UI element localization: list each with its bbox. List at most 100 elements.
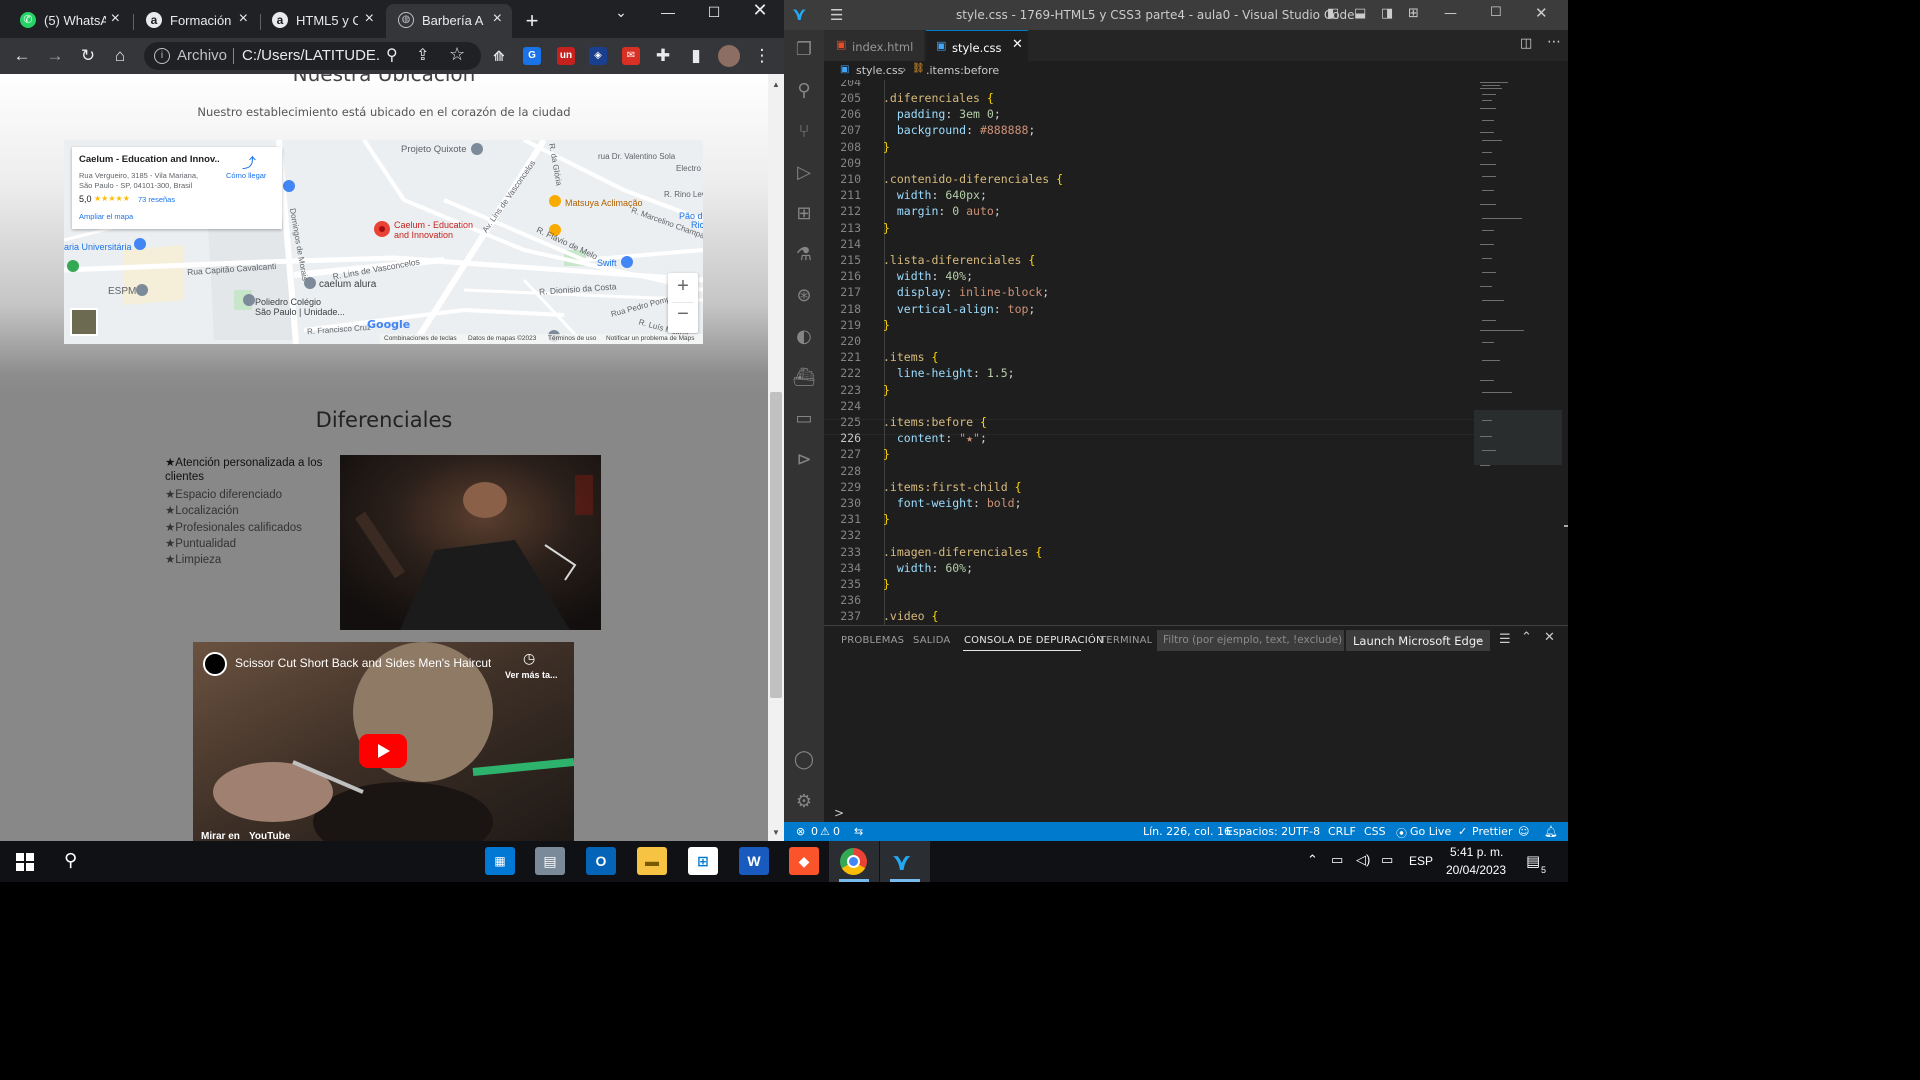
toggle-secondary-sidebar-icon[interactable]: ◨ — [1381, 6, 1393, 21]
page-scrollbar[interactable]: ▲ ▼ — [768, 74, 784, 841]
battery-icon[interactable]: ▭ — [1331, 852, 1343, 868]
code-line[interactable]: .lista-diferenciales { — [883, 253, 1035, 267]
url-text[interactable]: C:/Users/LATITUDE... — [242, 47, 380, 64]
play-button[interactable] — [359, 734, 407, 768]
code-line[interactable]: line-height: 1.5; — [883, 366, 1015, 380]
code-line[interactable]: width: 640px; — [883, 188, 987, 202]
tab-problemas[interactable]: PROBLEMAS — [841, 635, 904, 646]
code-line[interactable]: content: "★"; — [883, 431, 987, 445]
end-of-line[interactable]: CRLF — [1328, 825, 1356, 838]
terminal-icon[interactable]: ⊳ — [792, 448, 816, 472]
translate-extension-icon[interactable]: ⟰ — [490, 47, 508, 65]
code-line[interactable]: } — [883, 140, 890, 154]
windows-start-icon[interactable] — [16, 853, 34, 871]
address-bar[interactable]: i Archivo C:/Users/LATITUDE... ⚲ ⇪ ☆ — [144, 42, 481, 70]
language-mode[interactable]: CSS — [1364, 825, 1386, 838]
indentation[interactable]: Espacios: 2 — [1226, 825, 1288, 838]
reload-icon[interactable]: ↻ — [78, 46, 98, 66]
home-icon[interactable]: ⌂ — [110, 46, 130, 66]
edge-devtools-icon[interactable]: ◐ — [792, 325, 816, 349]
code-line[interactable]: display: inline-block; — [883, 285, 1049, 299]
settings-gear-icon[interactable]: ⚙ — [792, 790, 816, 814]
extensions-puzzle-icon[interactable]: ✚ — [653, 46, 673, 66]
forward-arrow-icon[interactable]: → — [45, 46, 65, 66]
tab-terminal[interactable]: TERMINAL — [1100, 635, 1152, 646]
prettier-button[interactable]: Prettier — [1472, 825, 1512, 838]
code-line[interactable]: } — [883, 577, 890, 591]
cursor-position[interactable]: Lín. 226, col. 16 — [1143, 825, 1231, 838]
close-tab-icon[interactable]: × — [493, 10, 502, 28]
minimize-button[interactable]: — — [645, 2, 691, 30]
tab-index-html[interactable]: ▣ index.html — [824, 30, 924, 61]
map-footer-report[interactable]: Notificar un problema de Maps — [606, 335, 695, 342]
code-line[interactable]: vertical-align: top; — [883, 302, 1036, 316]
mail-extension-icon[interactable]: ✉ — [622, 47, 640, 65]
file-explorer-icon[interactable]: ▬ — [637, 847, 667, 875]
side-panel-icon[interactable]: ▮ — [686, 46, 706, 66]
errors-icon[interactable]: ⊗ — [796, 825, 805, 838]
youtube-logo[interactable]: YouTube — [249, 831, 290, 841]
remote-share-icon[interactable]: ⇆ — [854, 825, 863, 838]
map-footer-shortcuts[interactable]: Combinaciones de teclas — [384, 335, 457, 342]
back-arrow-icon[interactable]: ← — [12, 46, 32, 66]
directions-link[interactable]: Cómo llegar — [226, 171, 266, 180]
expand-map-link[interactable]: Ampliar el mapa — [79, 212, 133, 221]
code-line[interactable]: } — [883, 383, 890, 397]
code-line[interactable]: } — [883, 447, 890, 461]
close-tab-icon[interactable]: × — [239, 10, 248, 28]
menu-dots-icon[interactable]: ⋮ — [752, 46, 772, 66]
clear-console-icon[interactable]: ☰ — [1499, 632, 1511, 647]
vscode-taskbar-active[interactable]: ⋎ — [880, 841, 930, 882]
warnings-icon[interactable]: ⚠ — [820, 825, 830, 838]
embedded-map[interactable]: Caelum - Education and Innov... Rua Verg… — [64, 140, 703, 344]
bookmark-star-icon[interactable]: ☆ — [449, 44, 465, 65]
brave-icon[interactable]: ◆ — [789, 847, 819, 875]
tab-html5[interactable]: a HTML5 y C × — [260, 4, 384, 38]
more-actions-icon[interactable]: ⋯ — [1547, 34, 1561, 50]
search-icon[interactable]: ⚲ — [64, 850, 77, 871]
clock-date[interactable]: 20/04/2023 — [1446, 863, 1506, 877]
task-view-icon[interactable]: ▦ — [485, 847, 515, 875]
scroll-up-icon[interactable]: ▲ — [772, 80, 780, 89]
minimap[interactable] — [1474, 80, 1568, 625]
word-icon[interactable]: W — [739, 847, 769, 875]
map-footer-terms[interactable]: Términos de uso — [548, 335, 596, 342]
errors-count[interactable]: 0 — [811, 825, 818, 838]
clock-icon[interactable]: ◷ — [523, 650, 535, 667]
zoom-in-button[interactable]: + — [668, 275, 698, 298]
network-icon[interactable]: ▭ — [1381, 852, 1393, 868]
code-line[interactable]: .imagen-diferenciales { — [883, 545, 1042, 559]
tab-whatsapp[interactable]: ✆ (5) WhatsA × — [8, 4, 130, 38]
new-tab-button[interactable]: + — [522, 8, 542, 34]
satellite-toggle[interactable] — [70, 308, 98, 336]
source-control-icon[interactable]: ⑂ — [792, 120, 816, 144]
code-editor[interactable]: 204 205 .diferenciales {206 padding: 3em … — [824, 80, 1474, 625]
code-line[interactable]: } — [883, 512, 890, 526]
maximize-button[interactable]: ☐ — [691, 2, 737, 30]
language-indicator[interactable]: ESP — [1409, 854, 1433, 868]
code-line[interactable]: width: 60%; — [883, 561, 973, 575]
split-editor-icon[interactable]: ◫ — [1520, 36, 1532, 51]
google-translate-icon[interactable]: G — [523, 47, 541, 65]
minimize-button[interactable]: — — [1444, 6, 1457, 21]
feedback-icon[interactable]: ☺ — [1518, 825, 1529, 838]
clock-time[interactable]: 5:41 p. m. — [1450, 845, 1503, 859]
code-line[interactable]: .items { — [883, 350, 938, 364]
encoding[interactable]: UTF-8 — [1288, 825, 1320, 838]
volume-icon[interactable]: ◁) — [1356, 852, 1370, 868]
hamburger-menu-icon[interactable]: ☰ — [830, 6, 843, 24]
tab-formacion[interactable]: a Formación × — [134, 4, 258, 38]
zoom-out-button[interactable]: − — [668, 303, 698, 326]
close-panel-icon[interactable]: ✕ — [1544, 630, 1555, 645]
code-line[interactable]: .diferenciales { — [883, 91, 994, 105]
debug-filter-input[interactable]: Filtro (por ejemplo, text, !exclude) — [1157, 630, 1344, 651]
tab-consola-depuracion[interactable]: CONSOLA DE DEPURACIÓN — [964, 635, 1104, 646]
info-icon[interactable]: i — [154, 48, 170, 64]
tab-style-css[interactable]: ▣ style.css ✕ — [926, 30, 1028, 61]
code-line[interactable]: background: #888888; — [883, 123, 1036, 137]
code-line[interactable]: } — [883, 318, 890, 332]
extension-shield-icon[interactable]: ◈ — [589, 47, 607, 65]
tab-barberia[interactable]: ◍ Barbería Al × — [386, 4, 512, 38]
search-icon[interactable]: ⚲ — [792, 79, 816, 103]
code-line[interactable]: .video { — [883, 609, 938, 623]
